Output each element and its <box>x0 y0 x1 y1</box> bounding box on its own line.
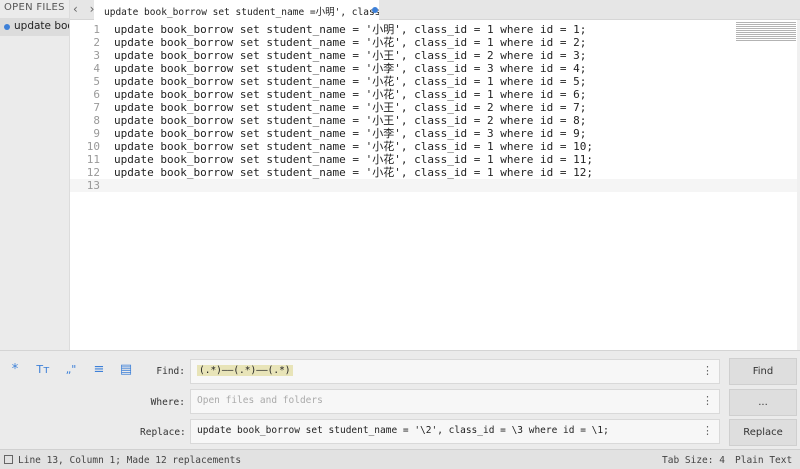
case-sensitive-toggle-icon[interactable]: Tт <box>34 361 52 379</box>
where-input[interactable]: Open files and folders ⋮ <box>190 389 720 414</box>
code-line[interactable]: update book_borrow set student_name = '小… <box>114 88 593 101</box>
line-number: 1 <box>93 23 100 36</box>
show-context-toggle-icon[interactable]: ≡ <box>90 361 108 379</box>
status-bar: Line 13, Column 1; Made 12 replacements … <box>0 449 800 469</box>
sidebar-file-label: update book <box>14 20 69 32</box>
tab-bar: ‹ › update book_borrow set student_name … <box>70 0 800 20</box>
code-line[interactable]: update book_borrow set student_name = '小… <box>114 101 593 114</box>
where-browse-button[interactable]: ... <box>729 389 797 416</box>
find-button[interactable]: Find <box>729 358 797 385</box>
line-number: 11 <box>86 153 100 166</box>
code-line[interactable]: update book_borrow set student_name = '小… <box>114 127 593 140</box>
tab-title: update book_borrow set student_name =小明'… <box>104 7 379 18</box>
line-number: 9 <box>93 127 100 140</box>
replace-button[interactable]: Replace <box>729 419 797 446</box>
tab-size-indicator[interactable]: Tab Size: 4 <box>662 455 725 466</box>
tab-active-file[interactable]: update book_borrow set student_name =小明'… <box>94 0 379 20</box>
tab-unsaved-dot-icon[interactable] <box>372 7 378 13</box>
regex-toggle-icon[interactable]: * <box>6 361 24 379</box>
sidebar: OPEN FILES update book <box>0 0 70 350</box>
find-input[interactable]: (.*)——(.*)——(.*) ⋮ <box>190 359 720 384</box>
code-line[interactable]: update book_borrow set student_name = '小… <box>114 75 593 88</box>
line-number: 13 <box>86 179 100 192</box>
line-number: 6 <box>93 88 100 101</box>
line-number-gutter: 1 2 3 4 5 6 7 8 9 10 11 12 13 <box>70 23 100 192</box>
line-number: 7 <box>93 101 100 114</box>
where-placeholder: Open files and folders <box>197 395 323 406</box>
minimap[interactable] <box>736 22 796 42</box>
replace-input-value: update book_borrow set student_name = '\… <box>197 425 609 436</box>
unsaved-dot-icon <box>4 24 10 30</box>
sidebar-file-item[interactable]: update book <box>0 18 69 36</box>
code-line[interactable]: update book_borrow set student_name = '小… <box>114 166 593 179</box>
whole-word-toggle-icon[interactable]: „" <box>62 361 80 379</box>
code-line[interactable]: update book_borrow set student_name = '小… <box>114 153 593 166</box>
code-line[interactable]: update book_borrow set student_name = '小… <box>114 23 593 36</box>
code-line[interactable]: update book_borrow set student_name = '小… <box>114 49 593 62</box>
code-line[interactable]: update book_borrow set student_name = '小… <box>114 114 593 127</box>
code-line[interactable] <box>114 179 593 192</box>
where-label: Where: <box>150 397 185 408</box>
panel-toggle-icon[interactable] <box>4 455 13 464</box>
replace-input[interactable]: update book_borrow set student_name = '\… <box>190 419 720 444</box>
open-files-header: OPEN FILES <box>4 2 65 13</box>
code-line[interactable]: update book_borrow set student_name = '小… <box>114 36 593 49</box>
where-options-menu-icon[interactable]: ⋮ <box>702 394 713 407</box>
find-replace-panel: * Tт „" ≡ ▤ Find: (.*)——(.*)——(.*) ⋮ Fin… <box>0 350 800 449</box>
line-number: 8 <box>93 114 100 127</box>
use-buffer-toggle-icon[interactable]: ▤ <box>117 361 135 379</box>
line-number: 12 <box>86 166 100 179</box>
line-number: 3 <box>93 49 100 62</box>
code-text[interactable]: update book_borrow set student_name = '小… <box>114 23 593 192</box>
code-line[interactable]: update book_borrow set student_name = '小… <box>114 140 593 153</box>
find-label: Find: <box>156 366 185 377</box>
status-message: Line 13, Column 1; Made 12 replacements <box>18 455 242 466</box>
line-number: 2 <box>93 36 100 49</box>
syntax-indicator[interactable]: Plain Text <box>735 455 792 466</box>
find-input-value: (.*)——(.*)——(.*) <box>197 365 293 376</box>
replace-options-menu-icon[interactable]: ⋮ <box>702 424 713 437</box>
line-number: 5 <box>93 75 100 88</box>
code-line[interactable]: update book_borrow set student_name = '小… <box>114 62 593 75</box>
line-number: 10 <box>86 140 100 153</box>
find-options-menu-icon[interactable]: ⋮ <box>702 364 713 377</box>
editor-area[interactable]: 1 2 3 4 5 6 7 8 9 10 11 12 13 update book_borrow set… <box>70 20 800 350</box>
line-number: 4 <box>93 62 100 75</box>
replace-label: Replace: <box>140 427 186 438</box>
